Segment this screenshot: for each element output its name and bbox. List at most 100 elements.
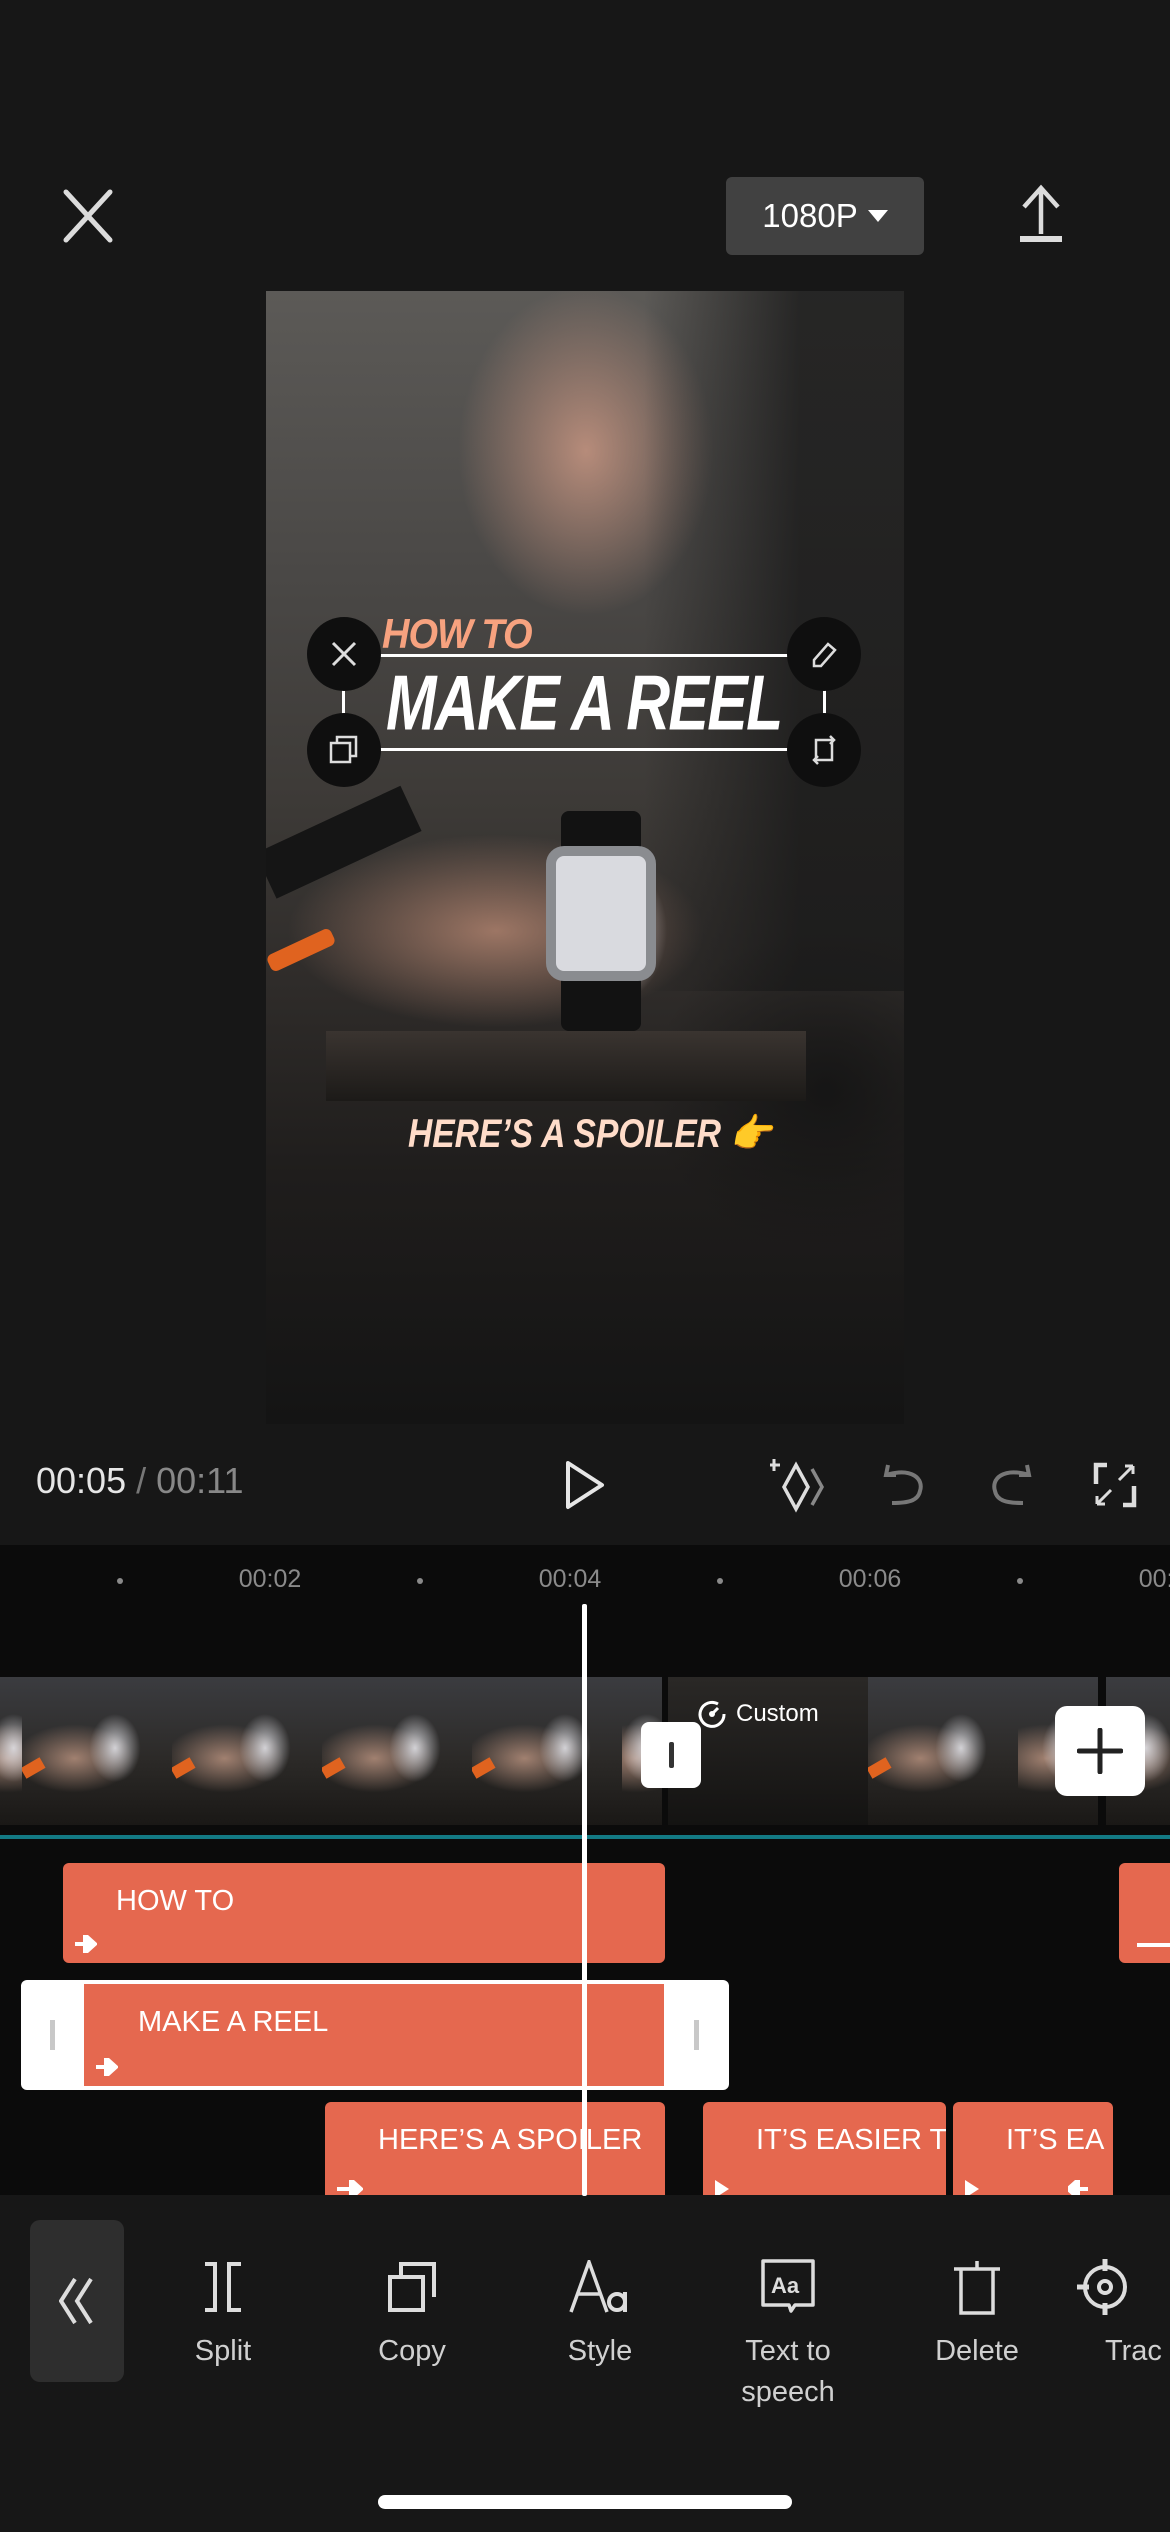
svg-text:Aa: Aa bbox=[771, 2273, 800, 2298]
rotate-scale-handle[interactable] bbox=[787, 713, 861, 787]
play-button[interactable] bbox=[560, 1455, 610, 1515]
animation-out-icon bbox=[1068, 2180, 1088, 2195]
undo-button[interactable] bbox=[880, 1455, 930, 1515]
video-frame bbox=[322, 1677, 472, 1825]
tool-copy[interactable]: Copy bbox=[322, 2255, 502, 2372]
video-frame bbox=[172, 1677, 322, 1825]
export-button[interactable] bbox=[1010, 180, 1072, 250]
transition-button[interactable] bbox=[641, 1722, 701, 1788]
fullscreen-button[interactable] bbox=[1090, 1455, 1140, 1515]
overlay-title-main[interactable]: MAKE A REEL bbox=[386, 658, 783, 747]
tool-text-to-speech[interactable]: Aa Text to speech bbox=[698, 2255, 878, 2413]
tracking-target-icon bbox=[1077, 2259, 1127, 2315]
text-clip-label: MAKE A REEL bbox=[138, 2006, 329, 2038]
fullscreen-icon bbox=[1093, 1462, 1137, 1508]
total-time: 00:11 bbox=[156, 1460, 244, 1501]
add-clip-button[interactable] bbox=[1055, 1706, 1145, 1796]
text-clip[interactable]: MAKE A REEL bbox=[84, 1984, 664, 2086]
tool-delete[interactable]: Delete bbox=[887, 2255, 1067, 2372]
text-clip[interactable] bbox=[1119, 1863, 1170, 1963]
play-icon bbox=[566, 1461, 604, 1509]
transition-icon bbox=[668, 1742, 674, 1768]
video-frame bbox=[868, 1677, 1018, 1825]
text-to-speech-icon: Aa bbox=[761, 2259, 815, 2313]
caret-down-icon bbox=[867, 210, 888, 222]
delete-text-handle[interactable] bbox=[307, 617, 381, 691]
tool-tracking[interactable]: Trac bbox=[1075, 2255, 1170, 2372]
text-clip[interactable]: IT’S EA bbox=[953, 2102, 1113, 2195]
redo-button[interactable] bbox=[985, 1455, 1035, 1515]
double-chevron-left-icon bbox=[59, 2277, 93, 2325]
text-clip-label: IT’S EASIER T bbox=[756, 2124, 946, 2156]
redo-icon bbox=[992, 1464, 1032, 1505]
add-keyframe-icon bbox=[770, 1459, 825, 1513]
speed-label: Custom bbox=[736, 1700, 819, 1727]
copy-icon bbox=[329, 735, 358, 764]
pencil-icon bbox=[812, 642, 837, 668]
close-button[interactable] bbox=[52, 180, 124, 252]
plus-icon bbox=[1077, 1728, 1123, 1774]
text-style-icon bbox=[569, 2260, 627, 2313]
split-icon bbox=[205, 2262, 241, 2312]
overlay-title-small: HOW TO bbox=[382, 611, 533, 659]
video-preview[interactable] bbox=[266, 291, 904, 1424]
speed-badge: Custom bbox=[698, 1700, 819, 1728]
text-clip-label: IT’S EA bbox=[1006, 2124, 1105, 2156]
rotate-scale-icon bbox=[812, 735, 836, 765]
trash-icon bbox=[954, 2261, 1000, 2315]
selection-border-top bbox=[344, 654, 824, 657]
copy-icon bbox=[388, 2262, 436, 2312]
tool-label: Delete bbox=[935, 2335, 1019, 2367]
tool-style[interactable]: Style bbox=[510, 2255, 690, 2372]
tool-label: Text to speech bbox=[741, 2335, 835, 2408]
export-upload-icon bbox=[1020, 184, 1062, 242]
resolution-dropdown[interactable]: 1080P bbox=[726, 177, 924, 255]
resolution-value: 1080P bbox=[762, 197, 858, 234]
video-frame bbox=[472, 1677, 622, 1825]
add-keyframe-button[interactable] bbox=[770, 1455, 830, 1515]
playhead[interactable] bbox=[582, 1604, 587, 2196]
ruler-dot bbox=[117, 1578, 123, 1584]
ruler-tick-label: 00:02 bbox=[238, 1565, 302, 1593]
time-separator: / bbox=[136, 1460, 147, 1501]
undo-icon bbox=[883, 1464, 923, 1505]
close-icon bbox=[331, 641, 357, 667]
video-frame bbox=[0, 1677, 22, 1825]
ruler-tick-label: 00:08 bbox=[1138, 1565, 1170, 1593]
close-icon bbox=[63, 189, 113, 243]
current-time: 00:05 bbox=[36, 1460, 127, 1501]
ruler-dot bbox=[717, 1578, 723, 1584]
time-display: 00:05 / 00:11 bbox=[36, 1460, 244, 1502]
text-clip[interactable]: HOW TO bbox=[63, 1863, 665, 1963]
preview-table bbox=[326, 1031, 806, 1101]
text-clip[interactable]: HERE’S A SPOILER bbox=[325, 2102, 665, 2195]
tool-label: Style bbox=[567, 2335, 633, 2367]
animation-in-icon bbox=[75, 1935, 97, 1953]
ruler-tick-label: 00:06 bbox=[838, 1565, 902, 1593]
ruler-dot bbox=[1017, 1578, 1023, 1584]
duplicate-text-handle[interactable] bbox=[307, 713, 381, 787]
bottom-toolbar: Split Copy Style Aa Text to speech Delet… bbox=[0, 2195, 1170, 2532]
play-marker-icon bbox=[965, 2180, 979, 2195]
trim-handle-left[interactable] bbox=[50, 2020, 55, 2050]
preview-jacket-shade bbox=[644, 291, 904, 991]
tool-split[interactable]: Split bbox=[133, 2255, 313, 2372]
edit-text-handle[interactable] bbox=[787, 617, 861, 691]
text-clip-label: HERE’S A SPOILER bbox=[378, 2124, 643, 2156]
home-indicator[interactable] bbox=[378, 2495, 792, 2509]
animation-in-icon bbox=[337, 2180, 363, 2195]
preview-orange-accent bbox=[266, 927, 337, 973]
ruler-tick-label: 00:04 bbox=[538, 1565, 602, 1593]
text-clip[interactable]: IT’S EASIER T bbox=[703, 2102, 946, 2195]
preview-watch bbox=[546, 846, 656, 981]
back-button[interactable] bbox=[30, 2220, 124, 2382]
play-marker-icon bbox=[715, 2180, 729, 2195]
selection-border-bottom bbox=[344, 748, 824, 751]
trim-handle-right[interactable] bbox=[694, 2020, 699, 2050]
tool-label: Trac bbox=[1105, 2335, 1162, 2367]
tool-label: Split bbox=[194, 2335, 252, 2367]
overlay-subtitle[interactable]: HERE’S A SPOILER 👉 bbox=[408, 1110, 772, 1157]
ruler-dot bbox=[417, 1578, 423, 1584]
text-clip-label: HOW TO bbox=[116, 1885, 235, 1917]
tool-label: Copy bbox=[378, 2335, 446, 2367]
